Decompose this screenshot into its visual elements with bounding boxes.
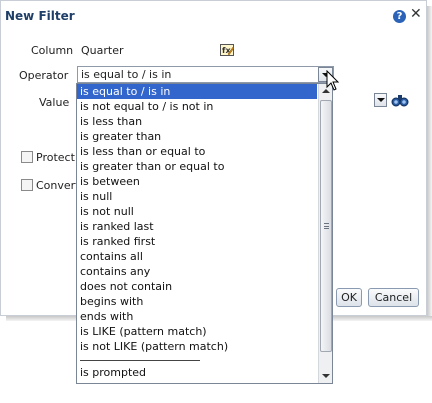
operator-option[interactable]: is not equal to / is not in [77, 99, 317, 114]
operator-option[interactable]: does not contain [77, 279, 317, 294]
operator-option[interactable]: is null [77, 189, 317, 204]
ok-button[interactable]: OK [336, 288, 362, 307]
operator-options: is equal to / is in is not equal to / is… [77, 84, 317, 380]
search-icon[interactable] [391, 93, 409, 107]
column-label: Column [31, 44, 74, 57]
operator-option[interactable]: is less than [77, 114, 317, 129]
scrollbar-thumb[interactable] [320, 100, 332, 352]
dropdown-scrollbar[interactable] [318, 84, 332, 383]
operator-option[interactable]: is LIKE (pattern match) [77, 324, 317, 339]
operator-option[interactable]: contains any [77, 264, 317, 279]
dialog-title: New Filter [5, 9, 75, 23]
operator-option[interactable]: is equal to / is in [77, 84, 317, 99]
operator-dropdown-list: is equal to / is in is not equal to / is… [76, 83, 333, 384]
dialog-shadow-right [427, 6, 432, 318]
operator-label: Operator [19, 69, 69, 82]
edit-icon[interactable]: fx [220, 44, 234, 56]
operator-option[interactable]: is greater than or equal to [77, 159, 317, 174]
scroll-down-arrow-icon[interactable] [319, 369, 332, 383]
operator-option[interactable]: ends with [77, 309, 317, 324]
value-label: Value [39, 96, 70, 109]
value-dropdown-button[interactable] [374, 93, 387, 107]
close-icon[interactable]: ✕ [410, 7, 422, 21]
convert-checkbox[interactable] [21, 179, 33, 191]
operator-option[interactable]: is less than or equal to [77, 144, 317, 159]
operator-option[interactable]: is not LIKE (pattern match) [77, 339, 317, 354]
mouse-cursor-icon [326, 70, 340, 91]
operator-option[interactable]: is ranked first [77, 234, 317, 249]
operator-option[interactable]: is not null [77, 204, 317, 219]
operator-option[interactable]: is between [77, 174, 317, 189]
operator-option[interactable]: begins with [77, 294, 317, 309]
operator-option[interactable]: is ranked last [77, 219, 317, 234]
column-value: Quarter [81, 44, 124, 57]
help-icon[interactable]: ? [393, 10, 406, 23]
protect-filter-checkbox[interactable] [21, 151, 33, 163]
cancel-button[interactable]: Cancel [368, 288, 419, 307]
convert-label: Convert [36, 179, 80, 192]
operator-option-prompted[interactable]: is prompted [77, 365, 317, 380]
operator-option[interactable]: contains all [77, 249, 317, 264]
scrollbar-grip-icon [324, 223, 329, 229]
operator-option[interactable]: is greater than [77, 129, 317, 144]
operator-select[interactable]: is equal to / is in [77, 66, 334, 83]
dropdown-separator [80, 360, 200, 361]
